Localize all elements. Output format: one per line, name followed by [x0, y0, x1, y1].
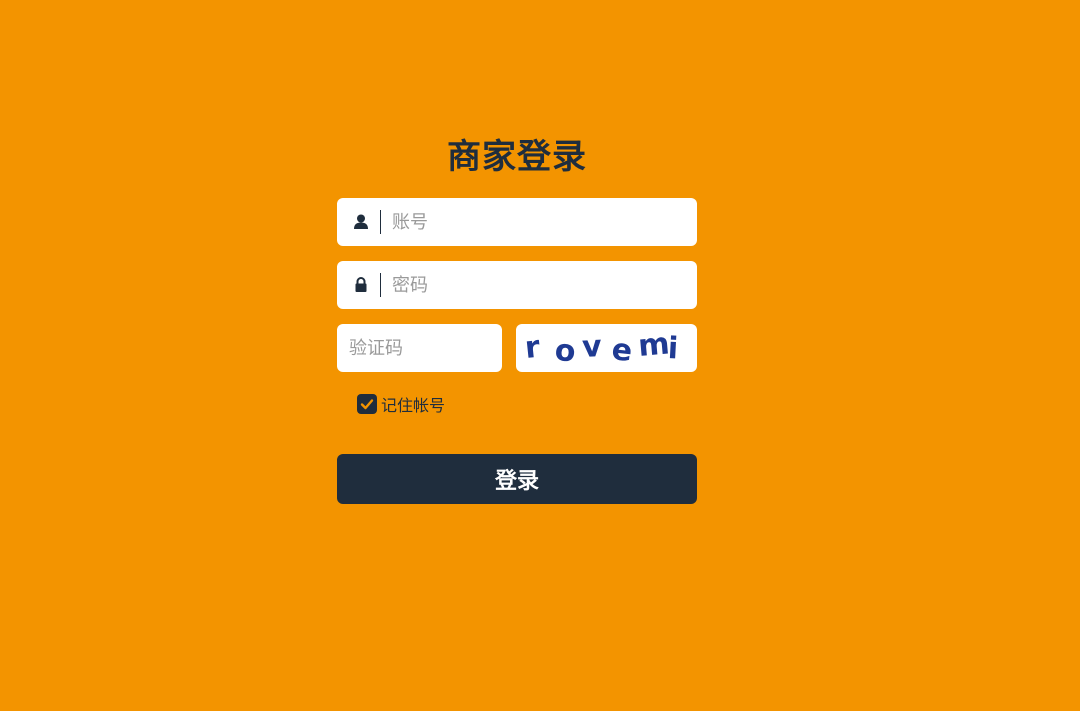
login-page: 商家登录 账号 验证码 r o v e m i 记住帐号 登录 [0, 0, 1080, 711]
captcha-letter: v [581, 329, 603, 365]
captcha-letter: m [637, 326, 671, 364]
captcha-row: rovemi [337, 324, 697, 372]
captcha-graphic: r o v e mi [523, 326, 679, 369]
captcha-letter: r [523, 330, 542, 366]
captcha-letter: o [554, 333, 577, 369]
captcha-input[interactable] [349, 324, 494, 372]
captcha-field[interactable] [337, 324, 502, 372]
captcha-image[interactable]: rovemi [516, 324, 697, 372]
check-icon [360, 399, 374, 410]
lock-icon [351, 275, 371, 295]
password-field[interactable] [337, 261, 697, 309]
captcha-letter: i [667, 331, 679, 366]
remember-label[interactable]: 记住帐号 [381, 392, 445, 416]
login-button[interactable]: 登录 [337, 454, 697, 504]
field-separator [380, 273, 381, 297]
captcha-letter: e [610, 332, 634, 369]
account-field[interactable] [337, 198, 697, 246]
field-separator [380, 210, 381, 234]
password-input[interactable] [392, 261, 682, 309]
remember-account[interactable]: 记住帐号 [357, 392, 697, 416]
login-form: 商家登录 账号 验证码 r o v e m i 记住帐号 登录 [337, 132, 697, 504]
page-title: 商家登录 [447, 137, 587, 177]
user-icon [351, 212, 371, 232]
remember-checkbox[interactable] [357, 394, 377, 414]
account-input[interactable] [392, 198, 682, 246]
